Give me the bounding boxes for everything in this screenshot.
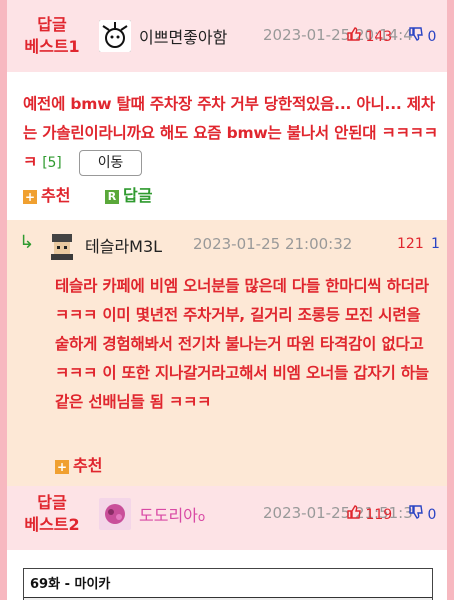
reply-arrow-icon: ↳ xyxy=(19,232,35,253)
upvote-button[interactable]: 143 xyxy=(347,27,392,45)
best-label-line2: 베스트1 xyxy=(24,37,80,56)
comment-text: 예전에 bmw 탈때 주차장 주차 거부 당한적있음... 아니... 제차는 … xyxy=(23,90,443,178)
thumbs-up-icon xyxy=(347,27,361,45)
downvote-button[interactable]: 0 xyxy=(409,505,436,523)
avatar-image xyxy=(47,230,77,260)
thumbs-down-icon xyxy=(409,27,423,45)
nickname-text: 도도리아 xyxy=(139,506,198,525)
avatar[interactable] xyxy=(99,20,131,52)
upvote-count: 119 xyxy=(365,507,393,523)
online-dot-icon: o xyxy=(197,510,206,524)
plus-icon: + xyxy=(55,459,69,474)
comic-image[interactable]: 69화 - 마이카 xyxy=(23,568,433,600)
timestamp: 2023-01-25 21:00:32 xyxy=(193,235,353,253)
best-comment-1-body: 예전에 bmw 탈때 주차장 주차 거부 당한적있음... 아니... 제차는 … xyxy=(7,72,447,220)
upvote-button[interactable]: 119 xyxy=(347,505,392,523)
best-label-line1: 답글 xyxy=(37,15,67,34)
best-comment-2-header: 답글 베스트2 도도리아o 2023-01-25 21:51:3 119 0 xyxy=(7,486,447,550)
downvote-count[interactable]: 1 xyxy=(431,236,440,252)
reply-button[interactable]: R 답글 xyxy=(105,182,152,206)
reply-count[interactable]: [5] xyxy=(42,155,61,171)
avatar-image xyxy=(99,20,131,52)
best-label-line1: 답글 xyxy=(37,493,67,512)
upvote-count: 143 xyxy=(365,29,393,45)
avatar-image xyxy=(99,498,131,530)
recommend-label: 추천 xyxy=(73,456,103,475)
best-label-line2: 베스트2 xyxy=(24,515,80,534)
downvote-count: 0 xyxy=(427,507,437,523)
nickname[interactable]: 도도리아o xyxy=(139,502,205,526)
right-border xyxy=(447,0,454,600)
best-label: 답글 베스트2 xyxy=(7,492,97,536)
plus-icon: + xyxy=(23,189,37,204)
best-comment-1-header: 답글 베스트1 이쁘면좋아함 2023-01-25 20:14:4 143 0 xyxy=(7,0,447,72)
reply-comment: ↳ 테슬라M3L 2023-01-25 21:00:32 121 1 테슬라 카… xyxy=(7,220,447,486)
best-comment-2-body: 69화 - 마이카 xyxy=(7,550,447,600)
thumbs-down-icon xyxy=(409,505,423,523)
reply-content: 테슬라 카페에 비엠 오너분들 많은데 다들 한마디씩 하더라 ㅋㅋㅋ 이미 몇… xyxy=(55,277,429,411)
recommend-button[interactable]: + 추천 xyxy=(23,182,70,206)
downvote-button[interactable]: 0 xyxy=(409,27,436,45)
upvote-count[interactable]: 121 xyxy=(397,236,424,252)
comment-page: 답글 베스트1 이쁘면좋아함 2023-01-25 20:14:4 143 0 xyxy=(0,0,454,600)
downvote-count: 0 xyxy=(427,29,437,45)
recommend-label: 추천 xyxy=(41,186,71,205)
nickname[interactable]: 이쁘면좋아함 xyxy=(139,24,227,48)
left-border xyxy=(0,0,7,600)
avatar[interactable] xyxy=(99,498,131,530)
move-button[interactable]: 이동 xyxy=(78,149,143,176)
nickname[interactable]: 테슬라M3L xyxy=(85,233,162,257)
comic-title: 69화 - 마이카 xyxy=(30,577,111,592)
recommend-button[interactable]: + 추천 xyxy=(55,452,102,476)
avatar[interactable] xyxy=(47,230,77,260)
best-label: 답글 베스트1 xyxy=(7,14,97,58)
reply-label: 답글 xyxy=(123,186,153,205)
reply-r-icon: R xyxy=(105,189,119,204)
thumbs-up-icon xyxy=(347,505,361,523)
